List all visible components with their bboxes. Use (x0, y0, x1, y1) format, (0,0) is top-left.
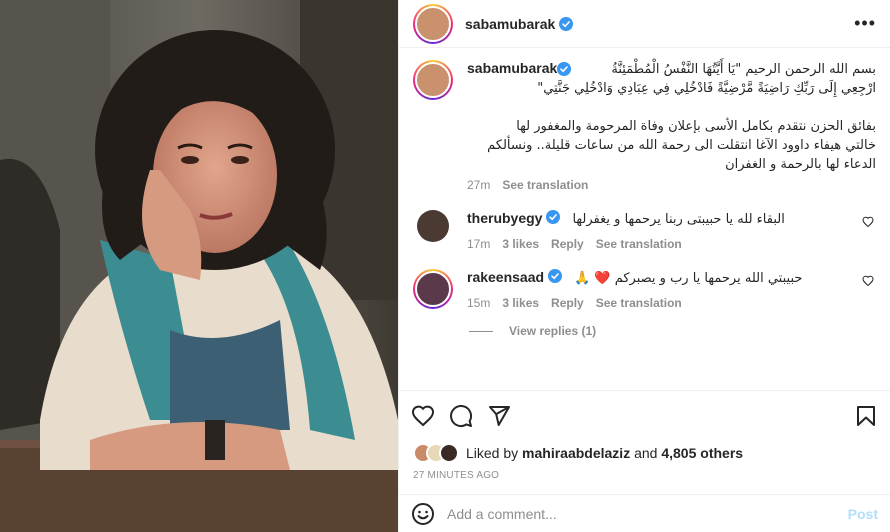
send-paper-plane-icon[interactable] (487, 404, 511, 428)
likes-text: Liked by mahiraabdelaziz and 4,805 other… (466, 445, 743, 461)
author-username[interactable]: sabamubarak (465, 16, 555, 32)
comment-username[interactable]: therubyegy (467, 210, 542, 226)
post-actions-bar (399, 390, 890, 440)
verified-badge-icon (557, 62, 571, 76)
comment-likes-count[interactable]: 3 likes (502, 296, 539, 310)
likes-summary: Liked by mahiraabdelaziz and 4,805 other… (399, 440, 890, 466)
view-replies-button[interactable]: View replies (1) (469, 324, 876, 338)
post-modal: sabamubarak ••• sabamubarak بسم الله الر… (0, 0, 890, 532)
comment-text: البقاء لله يا حبيبتى ربنا يرحمها و يغفرل… (572, 212, 785, 227)
comment-text: حبيبتي الله يرحمها يا رب و يصبركم ❤️ 🙏 (574, 271, 803, 286)
more-options-icon[interactable]: ••• (854, 13, 876, 34)
liker-avatars[interactable] (413, 443, 459, 463)
caption-line: بسم الله الرحمن الرحيم "يَا أَيَّتُهَا ا… (611, 62, 876, 77)
view-replies-divider (469, 330, 493, 332)
likes-middle: and (630, 445, 662, 461)
comment-like-heart-icon[interactable] (862, 275, 874, 287)
caption-line: خالتي هيفاء داوود الآغا انتقلت الى رحمة … (487, 138, 876, 153)
likes-others-link[interactable]: 4,805 others (661, 445, 743, 461)
post-comment-button[interactable]: Post (848, 506, 878, 522)
comment-item: therubyegy البقاء لله يا حبيبتى ربنا يرح… (413, 210, 876, 251)
post-details-panel: sabamubarak ••• sabamubarak بسم الله الر… (398, 0, 890, 532)
comment-username[interactable]: rakeensaad (467, 269, 544, 285)
liker-username-link[interactable]: mahiraabdelaziz (522, 445, 630, 461)
view-replies-label: View replies (1) (509, 324, 597, 338)
add-comment-input[interactable] (447, 505, 848, 522)
see-translation-link[interactable]: See translation (596, 296, 682, 310)
post-timestamp[interactable]: 27 MINUTES AGO (399, 466, 890, 494)
emoji-smiley-icon[interactable] (411, 502, 435, 526)
comment-like-heart-icon[interactable] (862, 216, 874, 228)
caption: sabamubarak بسم الله الرحمن الرحيم "يَا … (413, 60, 876, 192)
caption-line: ارْجِعِي إِلَى رَبِّكِ رَاضِيَةً مَّرْضِ… (537, 81, 876, 96)
portrait-image (0, 0, 398, 532)
caption-line (467, 98, 876, 117)
caption-text-continued: ارْجِعِي إِلَى رَبِّكِ رَاضِيَةً مَّرْضِ… (467, 79, 876, 174)
comment-likes-count[interactable]: 3 likes (502, 237, 539, 251)
likes-prefix: Liked by (466, 445, 523, 461)
heart-icon[interactable] (411, 404, 435, 428)
see-translation-link[interactable]: See translation (502, 178, 588, 192)
comment-bubble-icon[interactable] (449, 404, 473, 428)
see-translation-link[interactable]: See translation (596, 237, 682, 251)
commenter-avatar[interactable] (413, 269, 453, 309)
verified-badge-icon (559, 16, 574, 31)
post-header: sabamubarak ••• (399, 0, 890, 48)
bookmark-icon[interactable] (854, 404, 878, 428)
caption-username[interactable]: sabamubarak (467, 60, 557, 76)
comment-time[interactable]: 15m (467, 296, 490, 310)
verified-badge-icon (548, 269, 563, 283)
add-comment-bar: Post (399, 494, 890, 532)
reply-button[interactable]: Reply (551, 237, 584, 251)
caption-author-avatar[interactable] (413, 60, 453, 100)
comment-item: rakeensaad حبيبتي الله يرحمها يا رب و يص… (413, 269, 876, 310)
post-photo[interactable] (0, 0, 398, 532)
caption-line: الدعاء لها بالرحمة و الغفران (725, 157, 876, 172)
author-avatar[interactable] (413, 3, 453, 44)
caption-line: بفائق الحزن نتقدم بكامل الأسى بإعلان وفا… (516, 119, 876, 134)
liker-avatar (439, 443, 459, 463)
comment-time[interactable]: 17m (467, 237, 490, 251)
verified-badge-icon (546, 210, 561, 224)
commenter-avatar[interactable] (417, 210, 449, 242)
comments-list: sabamubarak بسم الله الرحمن الرحيم "يَا … (399, 48, 890, 390)
reply-button[interactable]: Reply (551, 296, 584, 310)
caption-time[interactable]: 27m (467, 178, 490, 192)
